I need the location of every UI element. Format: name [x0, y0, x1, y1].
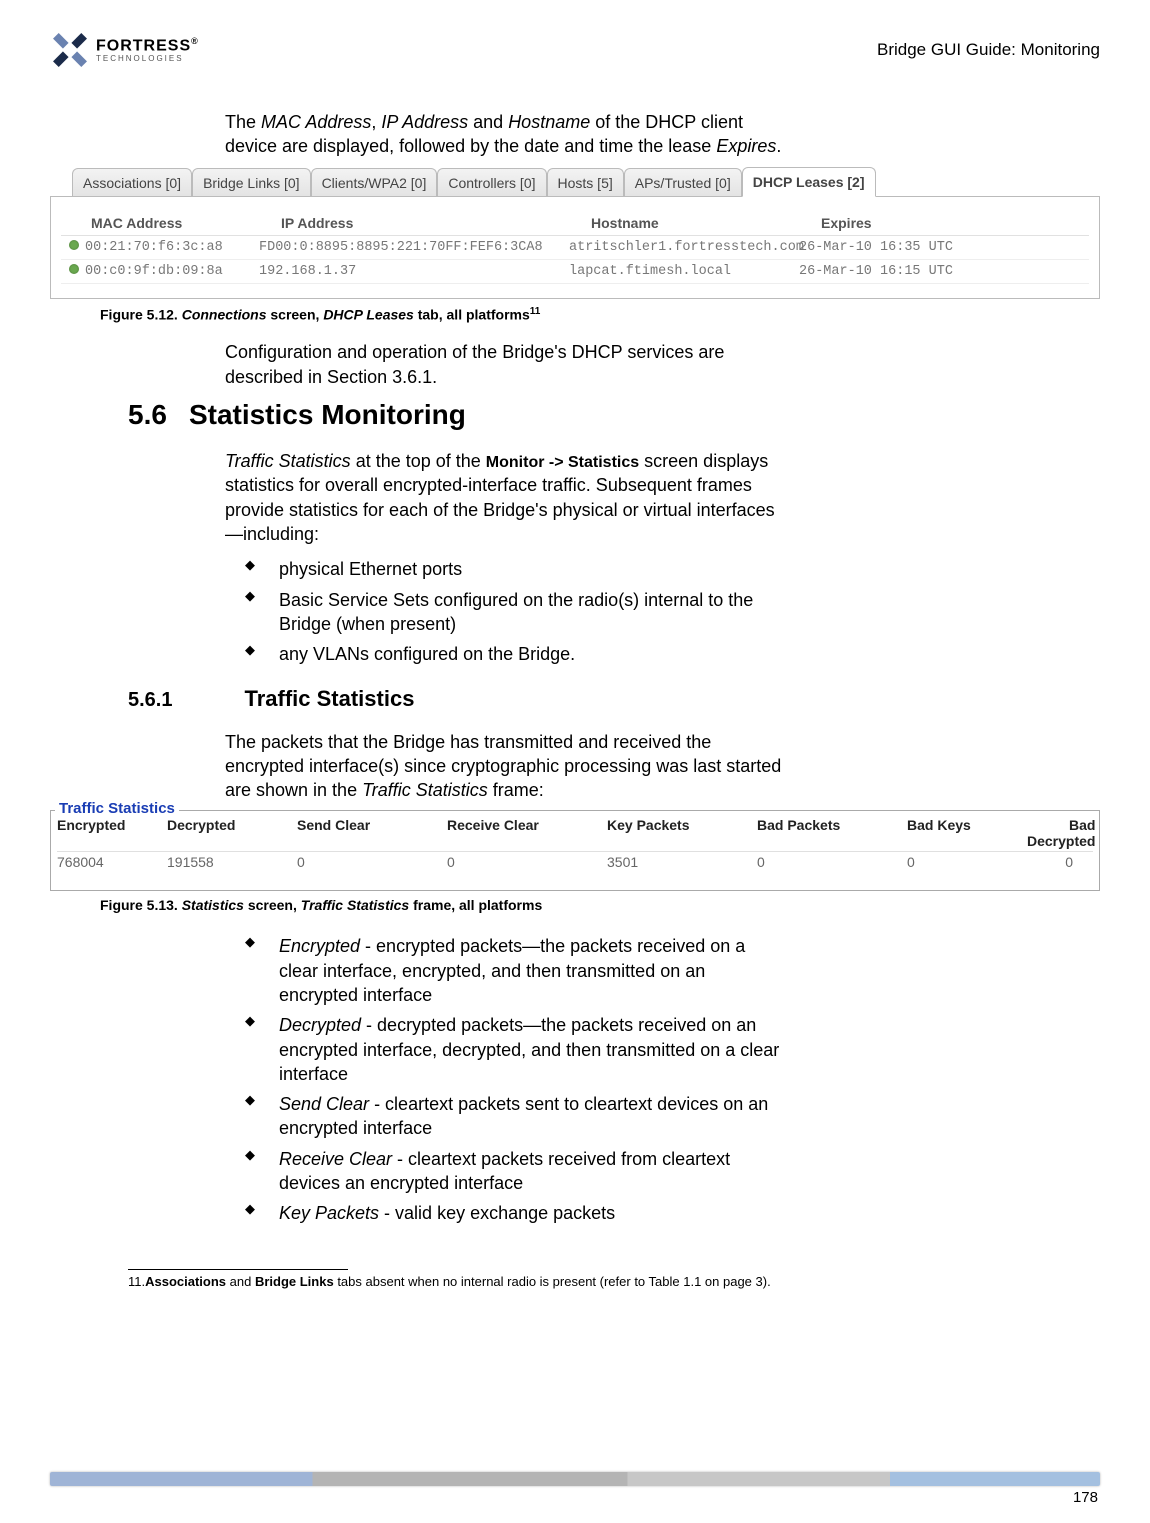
cell-host: atritschler1.fortresstech.com [569, 240, 799, 255]
stats-intro-paragraph: Traffic Statistics at the top of the Mon… [225, 449, 785, 546]
val-bad-packets: 0 [757, 854, 907, 870]
tab-bridge-links[interactable]: Bridge Links [0] [192, 168, 311, 197]
figure-5-13-caption: Figure 5.13. Statistics screen, Traffic … [100, 897, 1100, 913]
list-item: Encrypted - encrypted packets—the packet… [245, 931, 785, 1010]
page-header: FORTRESS® TECHNOLOGIES Bridge GUI Guide:… [50, 30, 1100, 70]
footnote-rule [128, 1269, 348, 1270]
tab-hosts[interactable]: Hosts [5] [547, 168, 624, 197]
col-key-packets: Key Packets [607, 817, 757, 849]
page-number: 178 [1073, 1489, 1098, 1506]
list-item: physical Ethernet ports [245, 554, 785, 584]
col-decrypted: Decrypted [167, 817, 297, 849]
cell-expires: 26-Mar-10 16:35 UTC [799, 240, 999, 255]
tab-controllers[interactable]: Controllers [0] [437, 168, 546, 197]
val-send-clear: 0 [297, 854, 447, 870]
subsection-title: Traffic Statistics [244, 686, 414, 712]
list-item: any VLANs configured on the Bridge. [245, 639, 785, 669]
col-ip: IP Address [281, 215, 591, 231]
tab-dhcp-leases[interactable]: DHCP Leases [2] [742, 167, 876, 197]
section-title: Statistics Monitoring [189, 399, 466, 431]
val-decrypted: 191558 [167, 854, 297, 870]
traffic-stats-paragraph: The packets that the Bridge has transmit… [225, 730, 785, 803]
traffic-stats-legend: Traffic Statistics [55, 800, 179, 817]
table-row: 00:c0:9f:db:09:8a 192.168.1.37 lapcat.ft… [61, 260, 1089, 284]
val-receive-clear: 0 [447, 854, 607, 870]
val-encrypted: 768004 [57, 854, 167, 870]
status-dot-icon [69, 264, 79, 274]
interfaces-list: physical Ethernet ports Basic Service Se… [245, 554, 785, 669]
val-bad-decrypted: 0 [1027, 854, 1093, 870]
footnote-11: 11.Associations and Bridge Links tabs ab… [128, 1274, 1100, 1289]
cell-expires: 26-Mar-10 16:15 UTC [799, 264, 999, 279]
header-title: Bridge GUI Guide: Monitoring [877, 40, 1100, 60]
section-number: 5.6 [128, 399, 167, 431]
dhcp-screenshot: Associations [0] Bridge Links [0] Client… [50, 167, 1100, 300]
val-key-packets: 3501 [607, 854, 757, 870]
val-bad-keys: 0 [907, 854, 1027, 870]
list-item: Key Packets - valid key exchange packets [245, 1198, 785, 1228]
logo-subtext: TECHNOLOGIES [96, 54, 199, 63]
tab-clients-wpa2[interactable]: Clients/WPA2 [0] [311, 168, 438, 197]
table-row: 00:21:70:f6:3c:a8 FD00:0:8895:8895:221:7… [61, 236, 1089, 260]
tab-bar: Associations [0] Bridge Links [0] Client… [50, 167, 1100, 197]
dhcp-table-header: MAC Address IP Address Hostname Expires [61, 211, 1089, 236]
cell-ip: FD00:0:8895:8895:221:70FF:FEF6:3CA8 [259, 240, 569, 255]
logo: FORTRESS® TECHNOLOGIES [50, 30, 199, 70]
col-expires: Expires [821, 215, 1021, 231]
tab-associations[interactable]: Associations [0] [72, 168, 192, 197]
col-bad-packets: Bad Packets [757, 817, 907, 849]
traffic-stats-header: Encrypted Decrypted Send Clear Receive C… [57, 815, 1093, 852]
cell-mac: 00:c0:9f:db:09:8a [69, 264, 259, 279]
col-receive-clear: Receive Clear [447, 817, 607, 849]
figure-5-12-caption: Figure 5.12. Connections screen, DHCP Le… [100, 306, 1100, 323]
fortress-logo-icon [50, 30, 90, 70]
cell-ip: 192.168.1.37 [259, 264, 569, 279]
traffic-stats-row: 768004 191558 0 0 3501 0 0 0 [57, 852, 1093, 872]
list-item: Receive Clear - cleartext packets receiv… [245, 1144, 785, 1199]
definitions-list: Encrypted - encrypted packets—the packet… [245, 931, 785, 1228]
logo-brand: FORTRESS® [96, 37, 199, 54]
subsection-number: 5.6.1 [128, 689, 172, 712]
section-5-6-heading: 5.6 Statistics Monitoring [128, 399, 1100, 431]
section-5-6-1-heading: 5.6.1 Traffic Statistics [128, 686, 1100, 712]
col-mac: MAC Address [91, 215, 281, 231]
intro-paragraph: The MAC Address, IP Address and Hostname… [225, 110, 785, 159]
status-dot-icon [69, 240, 79, 250]
footer-bar [50, 1472, 1100, 1486]
cell-host: lapcat.ftimesh.local [569, 264, 799, 279]
list-item: Basic Service Sets configured on the rad… [245, 585, 785, 640]
config-paragraph: Configuration and operation of the Bridg… [225, 340, 785, 389]
col-bad-keys: Bad Keys [907, 817, 1027, 849]
col-encrypted: Encrypted [57, 817, 167, 849]
traffic-stats-frame: Traffic Statistics Encrypted Decrypted S… [50, 810, 1100, 891]
col-host: Hostname [591, 215, 821, 231]
tab-aps-trusted[interactable]: APs/Trusted [0] [624, 168, 742, 197]
cell-mac: 00:21:70:f6:3c:a8 [69, 240, 259, 255]
col-send-clear: Send Clear [297, 817, 447, 849]
col-bad-decrypted: Bad Decrypted [1027, 817, 1115, 849]
list-item: Decrypted - decrypted packets—the packet… [245, 1010, 785, 1089]
list-item: Send Clear - cleartext packets sent to c… [245, 1089, 785, 1144]
